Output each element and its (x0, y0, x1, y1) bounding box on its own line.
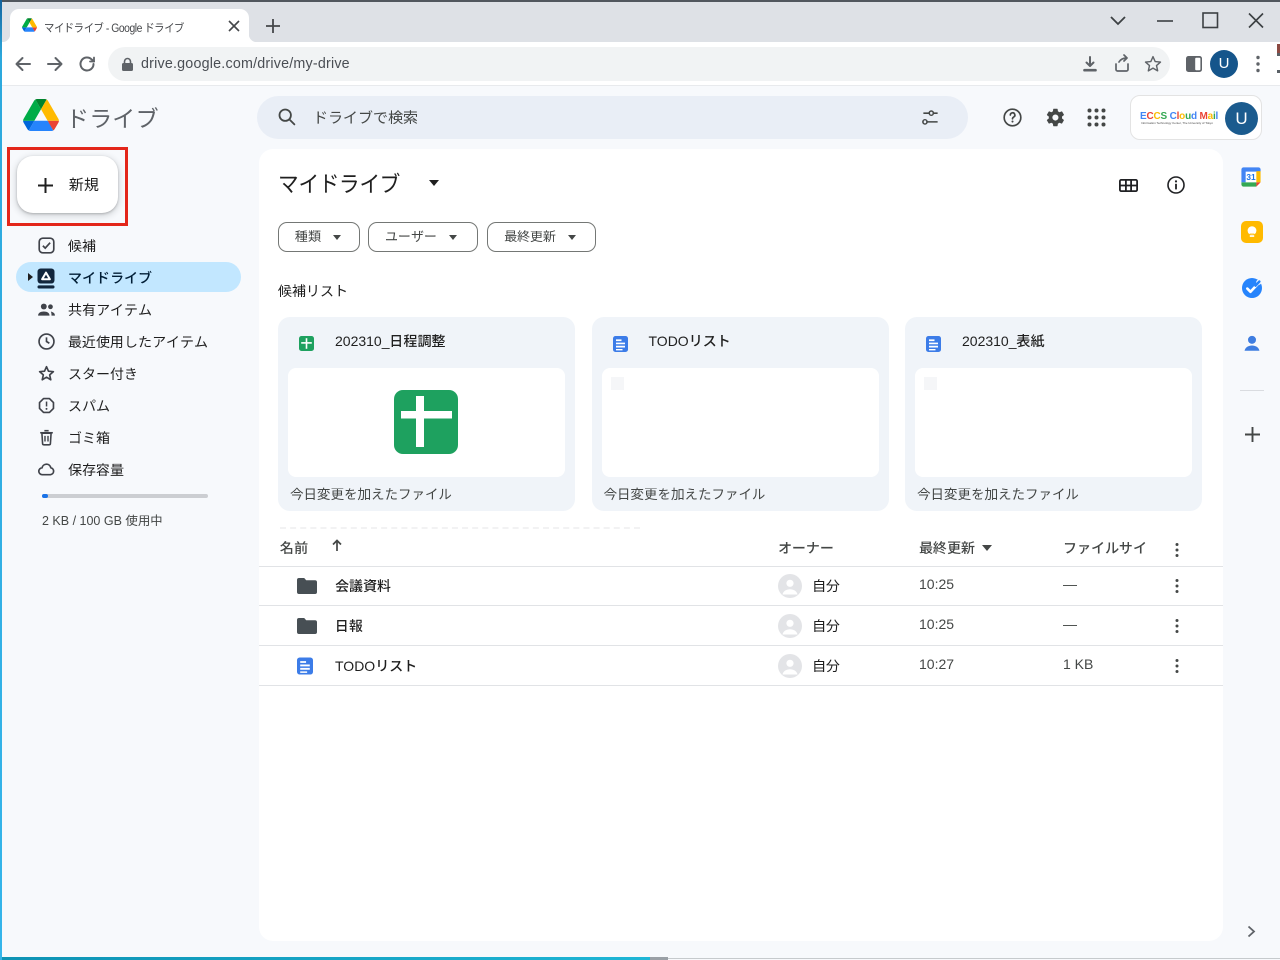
svg-text:31: 31 (1246, 172, 1256, 182)
